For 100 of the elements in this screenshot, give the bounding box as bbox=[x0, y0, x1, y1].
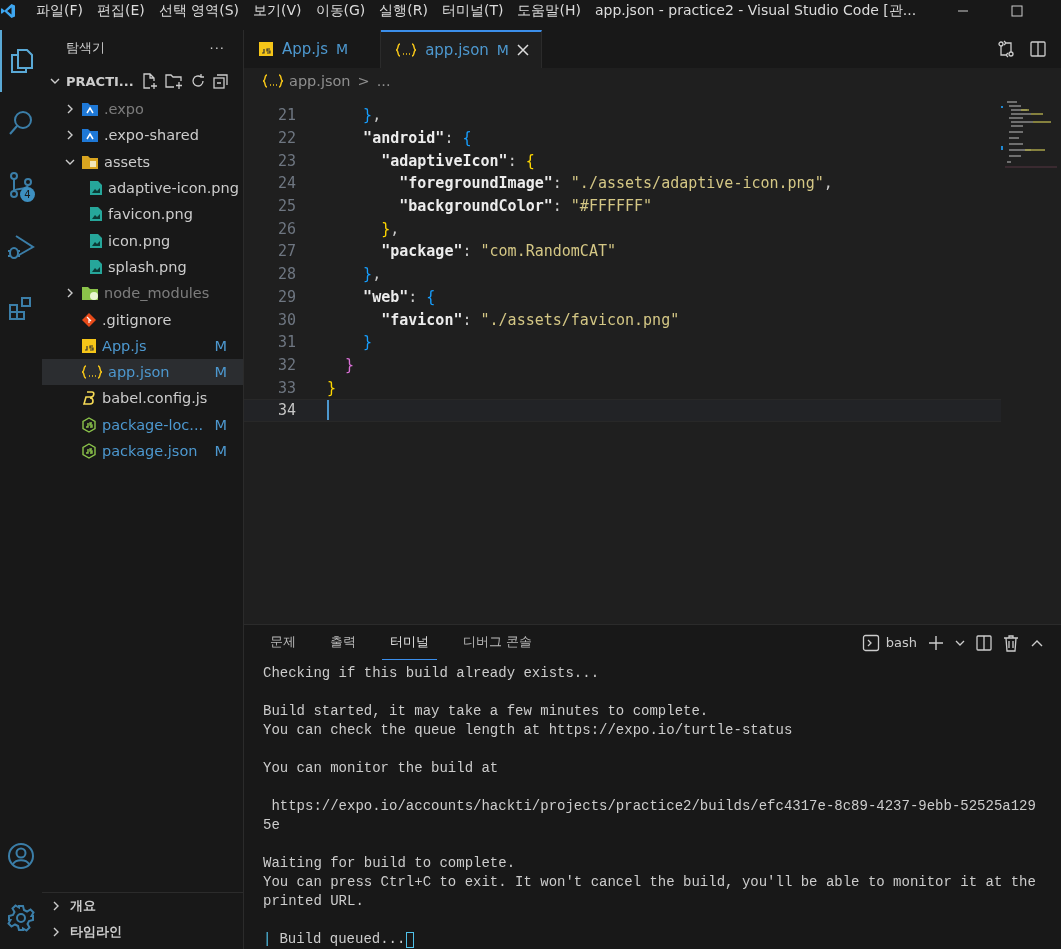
file-item[interactable]: favicon.png bbox=[42, 201, 243, 228]
code-line: }, bbox=[362, 106, 382, 125]
split-editor-icon[interactable] bbox=[1029, 40, 1047, 58]
menu-item[interactable]: 편집(E) bbox=[97, 2, 145, 20]
panel-tab[interactable]: 터미널 bbox=[382, 625, 437, 660]
line-number: 21 bbox=[276, 106, 297, 125]
file-item[interactable]: icon.png bbox=[42, 227, 243, 254]
file-item[interactable]: package-loc... M bbox=[42, 411, 243, 438]
breadcrumb-item[interactable]: ... bbox=[376, 73, 391, 89]
file-item[interactable]: babel.config.js bbox=[42, 385, 243, 412]
menu-item[interactable]: 터미널(T) bbox=[442, 2, 504, 20]
file-item[interactable]: node_modules bbox=[42, 280, 243, 307]
menu-item[interactable]: 보기(V) bbox=[253, 2, 302, 20]
terminal-selector[interactable]: bash bbox=[861, 633, 917, 652]
braces-icon bbox=[262, 73, 284, 89]
account-icon[interactable] bbox=[7, 842, 35, 870]
image-file-icon bbox=[89, 258, 103, 275]
git-status: M bbox=[336, 41, 349, 57]
menu-item[interactable]: 도움말(H) bbox=[517, 2, 581, 20]
panel-tab[interactable]: 문제 bbox=[262, 625, 304, 660]
line-number: 34 bbox=[276, 401, 297, 420]
maximize-icon[interactable] bbox=[1011, 5, 1023, 17]
line-number: 27 bbox=[276, 242, 297, 261]
breadcrumb-separator: > bbox=[357, 73, 370, 89]
section-header[interactable]: 타임라인 bbox=[42, 919, 243, 945]
menu-item[interactable]: 선택 영역(S) bbox=[158, 2, 240, 20]
terminal-line: You can press Ctrl+C to exit. It won't cancel the build, you'll be able to monitor it at the bbox=[263, 873, 1037, 892]
folder-icon bbox=[81, 127, 99, 144]
more-actions[interactable]: ··· bbox=[209, 40, 225, 56]
code-line: } bbox=[344, 355, 355, 374]
line-number: 24 bbox=[276, 174, 297, 193]
git-status: M bbox=[214, 364, 228, 381]
code-line: "web": { bbox=[362, 287, 436, 306]
badge: 4 bbox=[20, 187, 35, 202]
source-control-icon bbox=[7, 171, 35, 199]
image-file-icon bbox=[89, 180, 103, 197]
braces-icon bbox=[395, 42, 418, 58]
code-line: } bbox=[362, 333, 373, 352]
line-number: 22 bbox=[276, 129, 297, 148]
run-debug-icon bbox=[7, 233, 35, 261]
image-file-icon bbox=[89, 206, 103, 223]
progress-marker: | bbox=[263, 930, 272, 949]
terminal-line: Waiting for build to complete. bbox=[263, 854, 517, 873]
split-terminal-icon[interactable] bbox=[975, 633, 993, 652]
line-number: 25 bbox=[276, 197, 297, 216]
line-number: 28 bbox=[276, 265, 297, 284]
project-header[interactable]: PRACTI... bbox=[42, 66, 243, 96]
breadcrumb-item[interactable]: app.json bbox=[289, 73, 351, 89]
code-line: } bbox=[327, 378, 337, 397]
hexagon-icon bbox=[81, 443, 97, 459]
panel-tab[interactable]: 출력 bbox=[322, 625, 364, 660]
code-line bbox=[327, 400, 329, 421]
plus-icon[interactable] bbox=[927, 633, 945, 652]
file-item[interactable]: .expo-shared bbox=[42, 122, 243, 149]
compare-icon[interactable] bbox=[997, 40, 1015, 58]
image-file-icon bbox=[89, 232, 103, 249]
git-status: M bbox=[496, 42, 509, 58]
line-number: 26 bbox=[276, 219, 297, 238]
code-line: "package": "com.RandomCAT" bbox=[380, 242, 616, 261]
file-item[interactable]: app.json M bbox=[42, 358, 243, 386]
activity-button[interactable]: 4 bbox=[0, 154, 42, 216]
refresh-icon[interactable] bbox=[189, 72, 207, 90]
code-line: "backgroundColor": "#FFFFFF" bbox=[398, 197, 653, 216]
file-item[interactable]: splash.png bbox=[42, 253, 243, 281]
terminal-cursor bbox=[406, 931, 415, 948]
menu-item[interactable]: 실행(R) bbox=[379, 2, 428, 20]
file-item[interactable]: adaptive-icon.png bbox=[42, 174, 243, 202]
terminal-line: 5e bbox=[263, 816, 281, 835]
code-line: }, bbox=[380, 219, 400, 238]
file-item[interactable]: assets bbox=[42, 148, 243, 175]
terminal-line: printed URL. bbox=[263, 892, 365, 911]
panel-tab[interactable]: 디버그 콘솔 bbox=[455, 625, 541, 660]
close-icon[interactable] bbox=[516, 44, 529, 56]
braces-icon bbox=[81, 364, 103, 381]
menu-item[interactable]: 이동(G) bbox=[315, 2, 366, 20]
file-item[interactable]: App.js M bbox=[42, 332, 243, 359]
minimap-drawing[interactable] bbox=[1001, 100, 1057, 170]
file-item[interactable]: .gitignore bbox=[42, 306, 243, 333]
new-file-icon[interactable] bbox=[141, 72, 159, 90]
line-number: 33 bbox=[276, 378, 297, 397]
search-icon bbox=[7, 109, 35, 137]
trash-icon[interactable] bbox=[1003, 633, 1019, 652]
settings-icon[interactable] bbox=[7, 904, 35, 932]
line-number: 32 bbox=[276, 355, 297, 374]
code-line: "favicon": "./assets/favicon.png" bbox=[380, 310, 680, 329]
file-item[interactable]: .expo bbox=[42, 96, 243, 123]
code-line: "android": { bbox=[362, 129, 472, 148]
menu-item[interactable]: 파일(F) bbox=[36, 2, 83, 20]
vscode-logo-icon bbox=[0, 3, 16, 19]
editor-tab[interactable]: app.json M bbox=[381, 30, 542, 68]
new-folder-icon[interactable] bbox=[164, 72, 184, 90]
terminal-line: You can check the queue length at https://expo.io/turtle-status bbox=[263, 721, 794, 740]
sidebar-title: 탐색기 bbox=[66, 39, 105, 57]
line-number: 23 bbox=[276, 151, 297, 170]
code-line: "adaptiveIcon": { bbox=[380, 151, 535, 170]
git-status: M bbox=[214, 337, 228, 354]
diamond-icon bbox=[81, 311, 97, 328]
section-header[interactable]: 개요 bbox=[42, 893, 243, 919]
file-item[interactable]: package.json M bbox=[42, 437, 243, 465]
collapse-all-icon[interactable] bbox=[212, 72, 230, 90]
